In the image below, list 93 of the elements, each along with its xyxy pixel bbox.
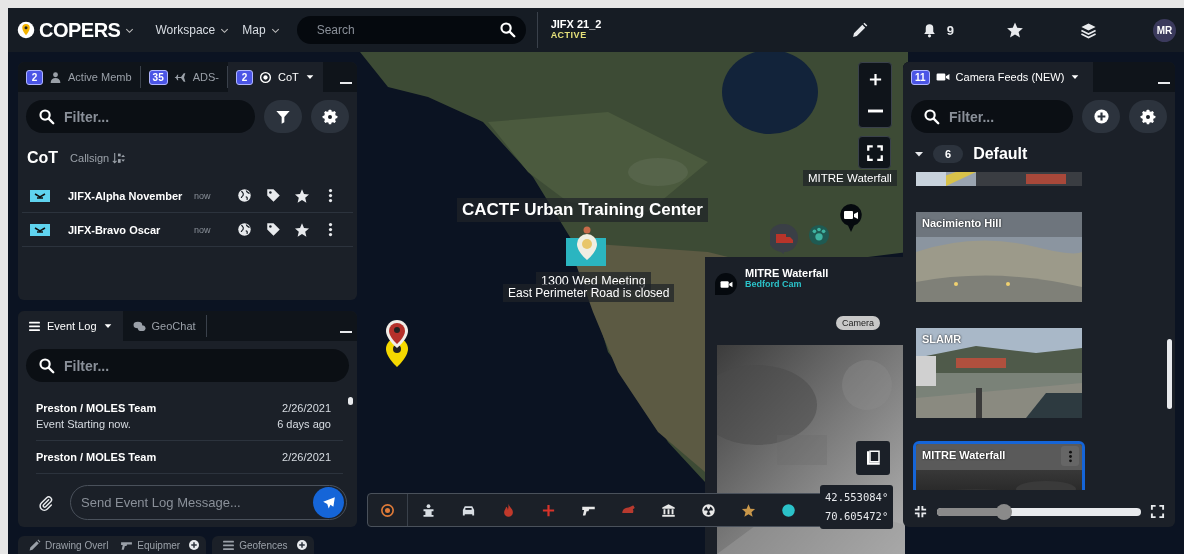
plus-icon — [540, 502, 556, 518]
dot-icon — [780, 502, 796, 518]
caret-icon — [1070, 72, 1081, 82]
group-name: Default — [973, 145, 1028, 163]
longitude-text: 70.605472° — [825, 509, 889, 524]
track-row[interactable]: JIFX-Bravo Oscar now — [22, 213, 353, 247]
filter-field[interactable]: Filter... — [26, 349, 349, 382]
entry-date: 2/26/2021 — [282, 450, 331, 465]
panel-tab[interactable]: GeoChat — [122, 315, 207, 337]
attach-button[interactable] — [38, 494, 54, 511]
star-icon — [294, 187, 310, 204]
globe-icon — [237, 188, 253, 203]
user-avatar[interactable]: MR — [1153, 18, 1176, 42]
chat-icon — [132, 319, 146, 333]
edit-button[interactable] — [850, 21, 868, 39]
caret-icon — [102, 321, 113, 331]
filter-button[interactable] — [264, 100, 302, 133]
favorites-button[interactable] — [1006, 21, 1024, 39]
filter-field[interactable]: Filter... — [26, 100, 255, 133]
bell-icon — [921, 22, 937, 38]
latitude-text: 42.553084° — [825, 490, 889, 505]
tag-icon — [265, 188, 281, 203]
filter-field[interactable]: Filter... — [911, 100, 1073, 133]
star-icon — [294, 221, 310, 238]
entry-author: Preston / MOLES Team — [36, 401, 157, 416]
entry-date: 2/26/2021 — [282, 401, 331, 416]
star-icon — [740, 502, 756, 518]
panel-tab[interactable]: 35 ADS- — [140, 66, 228, 88]
target-icon — [380, 502, 395, 518]
menu-button[interactable]: Workspace — [155, 23, 231, 37]
filter-icon — [275, 108, 291, 125]
tag-icon — [265, 222, 281, 237]
brand-name: COPERS — [39, 18, 121, 42]
track-row[interactable]: JIFX-Alpha November now — [22, 179, 353, 213]
shrink-icon[interactable] — [913, 504, 928, 519]
star-icon — [1006, 21, 1024, 39]
building-icon — [660, 502, 676, 518]
pencil-icon — [28, 538, 41, 552]
menu-button[interactable]: Map — [242, 23, 281, 37]
sort-button[interactable]: Callsign — [70, 151, 126, 165]
panel-tab[interactable]: 11 Camera Feeds (NEW) — [903, 62, 1093, 92]
radiation-icon — [700, 502, 716, 518]
feed-name: SLAMR — [922, 333, 962, 345]
search-field[interactable]: Search — [296, 16, 526, 44]
panel-tab[interactable]: 2 CoT — [228, 62, 323, 92]
settings-icon — [1140, 108, 1156, 125]
settings-button[interactable] — [311, 100, 349, 133]
entry-author: Preston / MOLES Team — [36, 450, 157, 465]
search-icon — [38, 357, 55, 374]
entry-age: 6 days ago — [277, 417, 331, 432]
panel-tab[interactable]: Drawing Overl — [22, 538, 115, 552]
event-status: ACTIVE — [550, 30, 588, 41]
paperclip-icon — [38, 494, 54, 511]
panel-tab[interactable]: 2 Active Memb — [18, 66, 141, 88]
camera-feed[interactable]: Nacimiento Hill — [913, 209, 1085, 305]
send-button[interactable] — [313, 487, 344, 518]
globe-icon — [237, 222, 253, 237]
plus-circle-icon — [188, 539, 201, 551]
logo-icon — [17, 21, 35, 39]
camera-feed[interactable]: MITRE Waterfall — [913, 441, 1085, 490]
message-field[interactable]: Send Event Log Message... — [70, 485, 347, 520]
slider-thumb[interactable] — [996, 503, 1013, 520]
sort-icon — [112, 151, 126, 165]
search-icon[interactable] — [498, 21, 516, 38]
add-button[interactable] — [1082, 100, 1120, 133]
search-icon — [38, 108, 55, 125]
caret-icon — [304, 72, 315, 82]
plus-circle-icon — [1092, 108, 1110, 125]
scrollbar-thumb[interactable] — [1167, 339, 1172, 409]
settings-button[interactable] — [1129, 100, 1167, 133]
feed-name: Nacimiento Hill — [922, 217, 1002, 229]
panel-tab[interactable]: Equipmer — [114, 538, 187, 552]
panel-tab[interactable]: Geofences — [216, 538, 294, 552]
event-name: JIFX 21_2 — [550, 19, 602, 30]
group-count: 6 — [933, 145, 964, 163]
plane-icon — [173, 70, 187, 84]
feed-name: MITRE Waterfall — [922, 449, 1006, 461]
list-icon — [28, 319, 41, 333]
layers-icon — [1080, 21, 1097, 39]
expand-icon[interactable] — [1150, 504, 1165, 519]
plus-circle-icon — [295, 539, 308, 551]
send-icon — [321, 495, 336, 510]
target-icon — [259, 70, 272, 84]
layers-button[interactable] — [1080, 21, 1097, 39]
panel-tab[interactable]: Event Log — [18, 311, 123, 341]
entry-message: Event Starting now. — [36, 417, 131, 432]
search-icon — [923, 108, 940, 125]
pencil-icon — [850, 21, 868, 39]
person-icon — [49, 70, 62, 84]
list-title: CoT — [27, 149, 59, 167]
notifications-button[interactable]: 9 — [921, 22, 954, 38]
scrollbar-thumb[interactable] — [348, 397, 353, 405]
settings-icon — [322, 108, 338, 125]
